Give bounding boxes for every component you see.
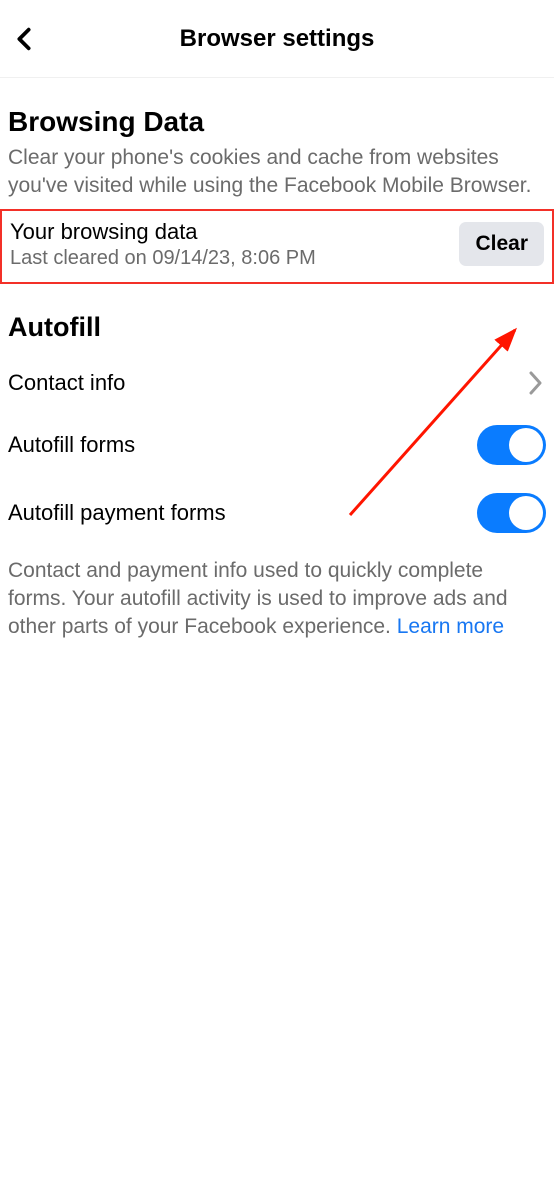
browsing-data-last-cleared: Last cleared on 09/14/23, 8:06 PM [10,247,459,270]
learn-more-link[interactable]: Learn more [397,615,504,638]
autofill-forms-row: Autofill forms [8,411,546,479]
autofill-payment-toggle[interactable] [477,493,546,533]
autofill-forms-toggle[interactable] [477,425,546,465]
contact-info-label: Contact info [8,370,125,396]
contact-info-row[interactable]: Contact info [8,355,546,411]
clear-button[interactable]: Clear [459,222,544,266]
header: Browser settings [0,0,554,78]
browsing-data-row: Your browsing data Last cleared on 09/14… [0,209,554,284]
autofill-payment-label: Autofill payment forms [8,500,226,526]
page-title: Browser settings [180,25,375,53]
browsing-data-title: Browsing Data [8,106,546,138]
autofill-payment-row: Autofill payment forms [8,479,546,547]
browsing-data-info: Your browsing data Last cleared on 09/14… [10,219,459,270]
browsing-data-row-title: Your browsing data [10,219,459,245]
browsing-data-section: Browsing Data Clear your phone's cookies… [0,106,554,642]
autofill-forms-label: Autofill forms [8,432,135,458]
back-icon[interactable] [10,25,38,53]
chevron-right-icon [526,369,546,397]
autofill-title: Autofill [8,312,546,343]
autofill-description: Contact and payment info used to quickly… [8,557,546,642]
browsing-data-description: Clear your phone's cookies and cache fro… [8,144,546,201]
